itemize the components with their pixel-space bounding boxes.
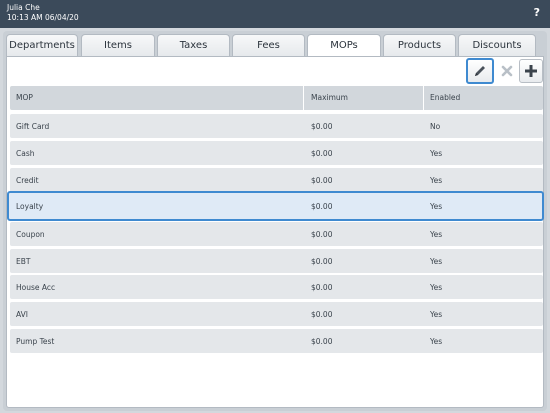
cell-enabled: Yes (430, 310, 443, 319)
close-icon (501, 65, 512, 77)
column-header-enabled[interactable]: Enabled (430, 93, 460, 102)
user-name: Julia Che (7, 3, 40, 12)
cell-maximum: $0.00 (311, 310, 333, 319)
tab-products[interactable]: Products (383, 34, 456, 56)
plus-icon (525, 65, 537, 77)
table-row[interactable]: House Acc $0.00 Yes (10, 275, 543, 299)
cell-maximum: $0.00 (311, 283, 333, 292)
cell-enabled: Yes (430, 149, 443, 158)
cell-enabled: Yes (430, 283, 443, 292)
delete-button[interactable] (496, 59, 517, 83)
table-row[interactable]: Credit $0.00 Yes (10, 168, 543, 192)
cell-enabled: Yes (430, 257, 443, 266)
cell-enabled: No (430, 122, 441, 131)
cell-mop: AVI (16, 310, 28, 319)
add-button[interactable] (519, 59, 543, 83)
cell-maximum: $0.00 (311, 337, 333, 346)
cell-enabled: Yes (430, 230, 443, 239)
cell-mop: House Acc (16, 283, 56, 292)
tab-departments[interactable]: Departments (6, 34, 78, 56)
cell-mop: Loyalty (16, 202, 44, 211)
table-row[interactable]: Coupon $0.00 Yes (10, 222, 543, 246)
user-info: Julia Che 10:13 AM 06/04/20 (7, 3, 79, 23)
tab-taxes[interactable]: Taxes (157, 34, 230, 56)
tab-items[interactable]: Items (81, 34, 155, 56)
cell-mop: Gift Card (16, 122, 50, 131)
cell-enabled: Yes (430, 337, 443, 346)
cell-maximum: $0.00 (311, 149, 333, 158)
tab-fees[interactable]: Fees (232, 34, 305, 56)
tab-discounts[interactable]: Discounts (458, 34, 536, 56)
table-row[interactable]: EBT $0.00 Yes (10, 249, 543, 273)
column-divider (423, 86, 424, 110)
top-bar: Julia Che 10:13 AM 06/04/20 ? (0, 0, 550, 28)
table-row[interactable]: Pump Test $0.00 Yes (10, 329, 543, 353)
cell-mop: Cash (16, 149, 35, 158)
edit-button[interactable] (466, 58, 494, 84)
table-row[interactable]: Gift Card $0.00 No (10, 114, 543, 138)
cell-maximum: $0.00 (311, 202, 333, 211)
column-divider (303, 86, 304, 110)
cell-enabled: Yes (430, 202, 443, 211)
cell-maximum: $0.00 (311, 257, 333, 266)
cell-maximum: $0.00 (311, 176, 333, 185)
tab-mops[interactable]: MOPs (307, 34, 381, 57)
table-header: MOP Maximum Enabled (10, 86, 543, 110)
help-button[interactable]: ? (534, 6, 540, 19)
cell-mop: Pump Test (16, 337, 55, 346)
table-row-selected[interactable]: Loyalty $0.00 Yes (7, 191, 544, 221)
column-header-maximum[interactable]: Maximum (311, 93, 348, 102)
cell-mop: Coupon (16, 230, 45, 239)
cell-enabled: Yes (430, 176, 443, 185)
cell-mop: EBT (16, 257, 31, 266)
pencil-icon (475, 66, 485, 76)
cell-mop: Credit (16, 176, 39, 185)
table-row[interactable]: AVI $0.00 Yes (10, 302, 543, 326)
cell-maximum: $0.00 (311, 230, 333, 239)
column-header-mop[interactable]: MOP (16, 93, 33, 102)
date-time: 10:13 AM 06/04/20 (7, 13, 79, 22)
table-row[interactable]: Cash $0.00 Yes (10, 141, 543, 165)
cell-maximum: $0.00 (311, 122, 333, 131)
